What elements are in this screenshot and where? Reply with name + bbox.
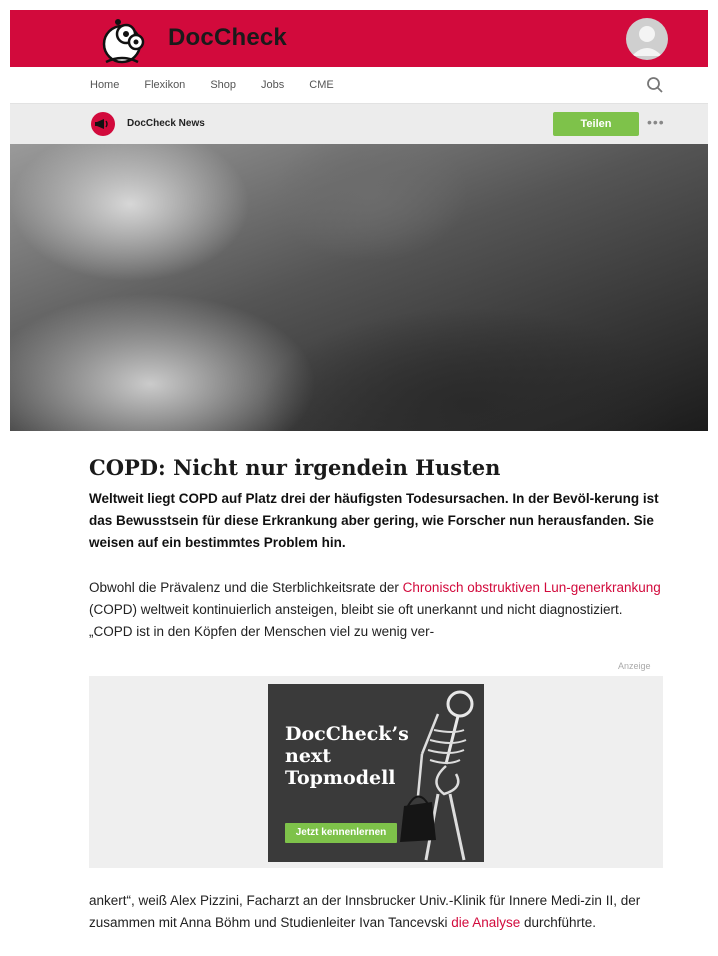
search-icon[interactable] xyxy=(646,76,664,94)
nav-item-flexikon[interactable]: Flexikon xyxy=(144,79,185,91)
paragraph-text: durchführte. xyxy=(520,915,597,930)
main-nav: Home Flexikon Shop Jobs CME xyxy=(10,67,708,104)
article-paragraph-2: ankert“, weiß Alex Pizzini, Facharzt an … xyxy=(89,890,664,934)
page: DocCheck Home Flexikon Shop Jobs CME Doc… xyxy=(0,0,718,956)
news-bar: DocCheck News Teilen ••• xyxy=(10,104,708,144)
paragraph-text: (COPD) weltweit kontinuierlich ansteigen… xyxy=(89,602,623,639)
article-paragraph: Obwohl die Prävalenz und die Sterblichke… xyxy=(89,577,664,643)
brand-name[interactable]: DocCheck xyxy=(168,24,287,52)
copd-link[interactable]: Chronisch obstruktiven Lun-generkrankung xyxy=(403,580,661,595)
news-channel-label[interactable]: DocCheck News xyxy=(127,118,205,129)
nav-item-jobs[interactable]: Jobs xyxy=(261,79,284,91)
nav-items: Home Flexikon Shop Jobs CME xyxy=(90,79,334,91)
more-options-icon[interactable]: ••• xyxy=(647,114,665,130)
analysis-link[interactable]: die Analyse xyxy=(451,915,520,930)
paragraph-text: Obwohl die Prävalenz und die Sterblichke… xyxy=(89,580,403,595)
ad-label: Anzeige xyxy=(618,661,651,671)
hero-image xyxy=(10,144,708,431)
doccheck-logo-icon[interactable] xyxy=(98,18,146,66)
nav-item-shop[interactable]: Shop xyxy=(210,79,236,91)
ad-banner[interactable]: DocCheck’s next Topmodell Jetzt kennenle… xyxy=(268,684,484,862)
share-button[interactable]: Teilen xyxy=(553,112,639,136)
nav-item-home[interactable]: Home xyxy=(90,79,119,91)
megaphone-icon xyxy=(91,112,115,136)
ad-container: DocCheck’s next Topmodell Jetzt kennenle… xyxy=(89,676,663,868)
ad-headline: DocCheck’s next Topmodell xyxy=(285,723,409,789)
user-avatar[interactable] xyxy=(626,18,668,60)
top-header: DocCheck xyxy=(10,10,708,67)
article-title: COPD: Nicht nur irgendein Husten xyxy=(89,455,501,480)
ad-cta-button[interactable]: Jetzt kennenlernen xyxy=(285,823,397,843)
nav-item-cme[interactable]: CME xyxy=(309,79,333,91)
article-lead: Weltweit liegt COPD auf Platz drei der h… xyxy=(89,491,659,550)
